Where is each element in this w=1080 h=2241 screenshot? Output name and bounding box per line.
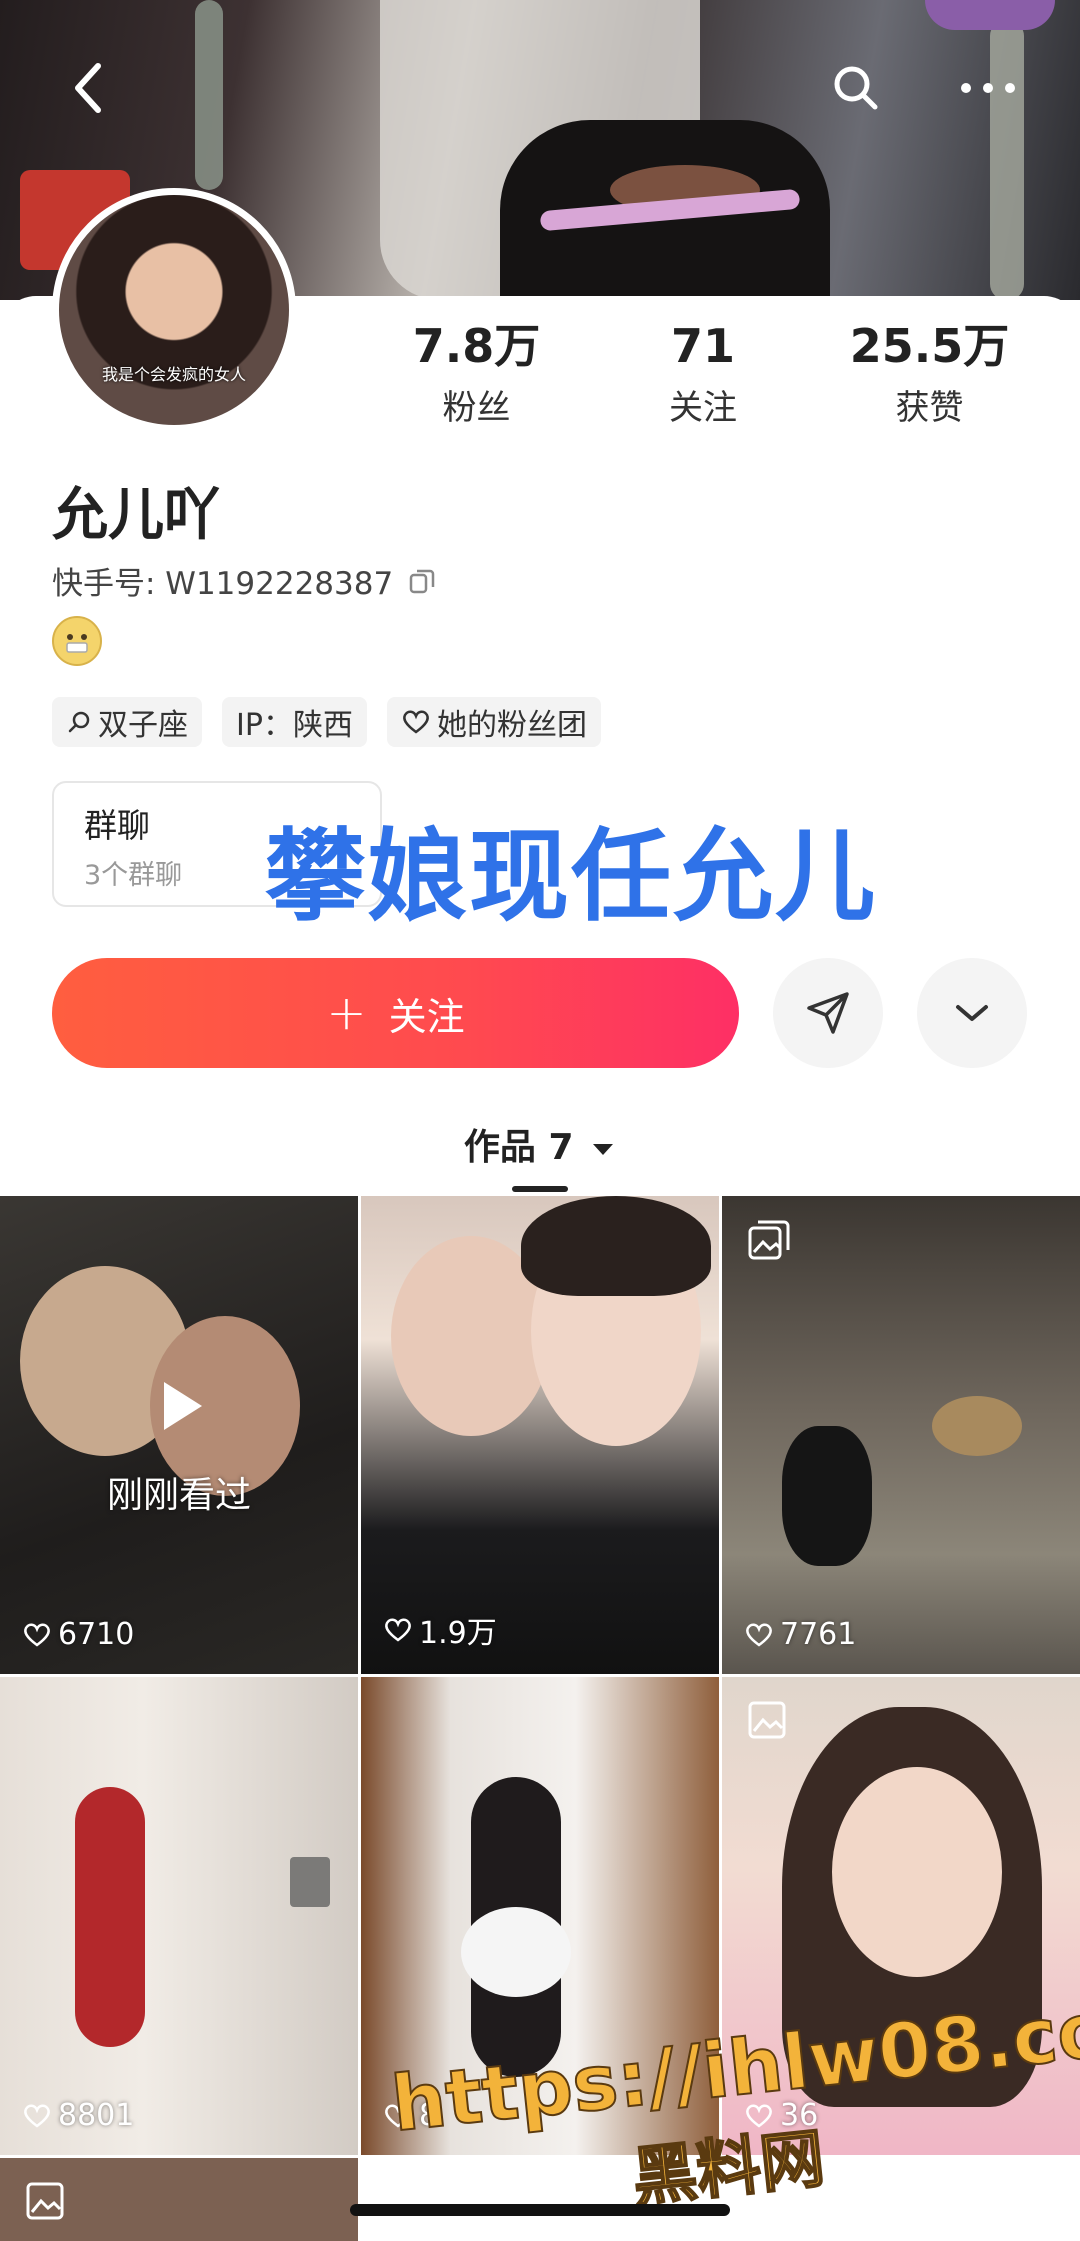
stat-following[interactable]: 71 关注	[593, 318, 813, 429]
heart-icon	[746, 1623, 772, 1647]
heart-icon	[385, 1618, 411, 1642]
stat-likes-value: 25.5万	[849, 319, 1010, 373]
stat-likes-label: 获赞	[895, 388, 964, 428]
more-icon	[961, 83, 1015, 93]
stats-row: 7.8万 粉丝 71 关注 25.5万 获赞	[360, 318, 1060, 429]
image-icon	[748, 1701, 786, 1739]
tag-constellation[interactable]: 双子座	[52, 697, 202, 747]
overlay-caption: 攀娘现任允儿	[265, 818, 877, 935]
caret-down-icon	[593, 1144, 614, 1155]
tag-fan-club[interactable]: 她的粉丝团	[386, 697, 601, 747]
post-thumbnail-3[interactable]: 7761	[722, 1196, 1080, 1674]
search-icon	[834, 66, 878, 110]
kuaishou-id-row: 快手号: W1192228387	[52, 558, 437, 603]
search-button[interactable]	[816, 48, 896, 128]
expand-button[interactable]	[917, 958, 1027, 1068]
search-icon	[68, 711, 90, 733]
post-likes-count: 8801	[58, 2098, 135, 2133]
heart-icon	[403, 710, 429, 734]
heart-icon	[24, 2104, 50, 2128]
profile-name: 允儿吖	[52, 483, 220, 548]
plus-icon: +	[326, 985, 367, 1041]
tag-ip-location[interactable]: IP：陕西	[222, 697, 367, 747]
back-button[interactable]	[48, 48, 128, 128]
post-likes: 6710	[22, 1617, 134, 1652]
post-thumbnail-7[interactable]	[0, 2158, 358, 2241]
post-likes-count: 1.9万	[419, 1616, 497, 1651]
home-indicator[interactable]	[350, 2204, 730, 2216]
tab-works[interactable]: 作品 7	[0, 1118, 1080, 1170]
post-likes: 7761	[744, 1617, 856, 1652]
stat-fans-label: 粉丝	[442, 388, 511, 428]
chevron-left-icon	[75, 63, 101, 113]
recently-watched-label: 刚刚看过	[106, 1475, 251, 1516]
message-button[interactable]	[773, 958, 883, 1068]
follow-label: 关注	[388, 994, 465, 1039]
send-icon	[807, 992, 849, 1034]
kuaishou-id: 快手号: W1192228387	[52, 566, 394, 602]
tab-works-label: 作品 7	[463, 1127, 574, 1168]
post-likes: 1.9万	[383, 1608, 497, 1652]
tag-constellation-label: 双子座	[98, 708, 188, 743]
multi-image-icon	[748, 1220, 790, 1260]
tab-indicator	[512, 1186, 568, 1192]
stat-likes[interactable]: 25.5万 获赞	[813, 318, 1046, 429]
follow-button[interactable]: + 关注	[52, 958, 739, 1068]
post-likes-count: 6710	[58, 1617, 135, 1652]
image-icon	[26, 2182, 64, 2220]
tag-list: 双子座 IP：陕西 她的粉丝团	[52, 697, 601, 747]
post-likes: 8801	[22, 2098, 134, 2133]
avatar-caption: 我是个会发疯的女人	[101, 365, 246, 384]
stat-following-label: 关注	[669, 388, 737, 428]
post-thumbnail-4[interactable]: 8801	[0, 1677, 358, 2155]
post-thumbnail-2[interactable]: 1.9万	[361, 1196, 719, 1674]
avatar[interactable]: 我是个会发疯的女人	[52, 188, 296, 432]
face-emoji-icon	[66, 634, 88, 653]
profile-page: 我是个会发疯的女人 7.8万 粉丝 71 关注 25.5万 获赞 允儿吖 快手号…	[0, 0, 1080, 2241]
tag-ip-label: IP：陕西	[236, 708, 353, 743]
stat-following-value: 71	[670, 319, 735, 373]
stat-fans[interactable]: 7.8万 粉丝	[360, 318, 593, 429]
stat-fans-value: 7.8万	[412, 319, 541, 373]
tag-fan-club-label: 她的粉丝团	[436, 708, 587, 743]
more-button[interactable]	[948, 48, 1028, 128]
post-thumbnail-1[interactable]: 刚刚看过 6710	[0, 1196, 358, 1674]
post-likes-count: 7761	[780, 1617, 857, 1652]
emoji-badge	[52, 616, 102, 666]
heart-icon	[24, 1623, 50, 1647]
play-icon	[164, 1382, 202, 1430]
chevron-down-icon	[956, 1005, 988, 1021]
copy-icon[interactable]	[407, 566, 437, 596]
